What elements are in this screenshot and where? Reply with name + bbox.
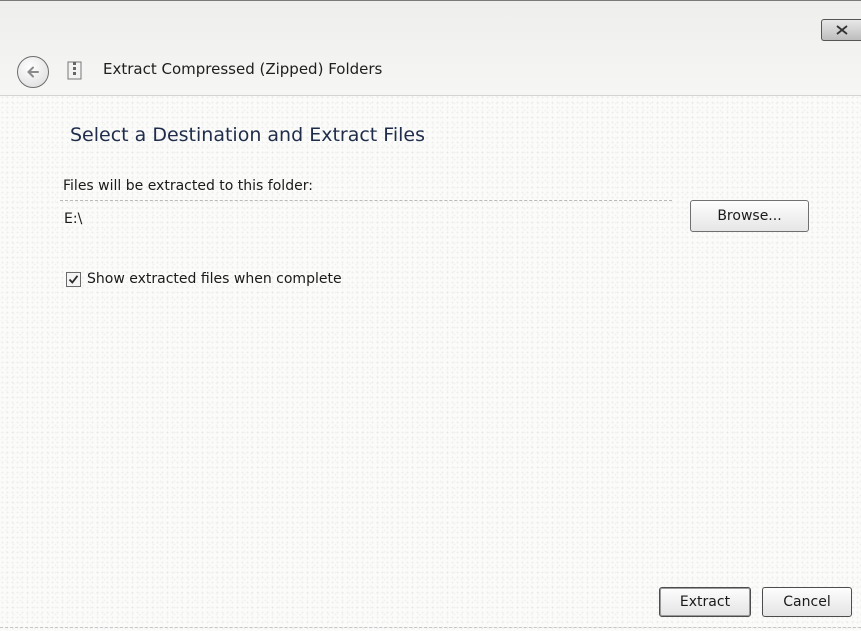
show-files-option[interactable]: Show extracted files when complete (66, 271, 342, 287)
close-icon (835, 25, 848, 35)
zip-folder-icon (67, 61, 82, 80)
page-heading: Select a Destination and Extract Files (70, 124, 425, 146)
cancel-button[interactable]: Cancel (762, 587, 852, 617)
title-bar: Extract Compressed (Zipped) Folders (0, 0, 861, 96)
destination-path-field[interactable] (60, 200, 672, 228)
browse-button[interactable]: Browse... (690, 200, 809, 232)
back-arrow-icon (27, 66, 39, 78)
extract-wizard-window: Extract Compressed (Zipped) Folders Sele… (0, 0, 861, 631)
show-files-checkbox[interactable] (66, 271, 81, 287)
destination-label: Files will be extracted to this folder: (63, 178, 313, 194)
show-files-label: Show extracted files when complete (87, 271, 342, 287)
extract-button[interactable]: Extract (659, 587, 751, 617)
checkmark-icon (68, 274, 79, 284)
back-button[interactable] (17, 56, 49, 88)
window-title: Extract Compressed (Zipped) Folders (103, 60, 383, 78)
close-button[interactable] (821, 19, 861, 41)
window-bottom-edge (0, 627, 861, 631)
